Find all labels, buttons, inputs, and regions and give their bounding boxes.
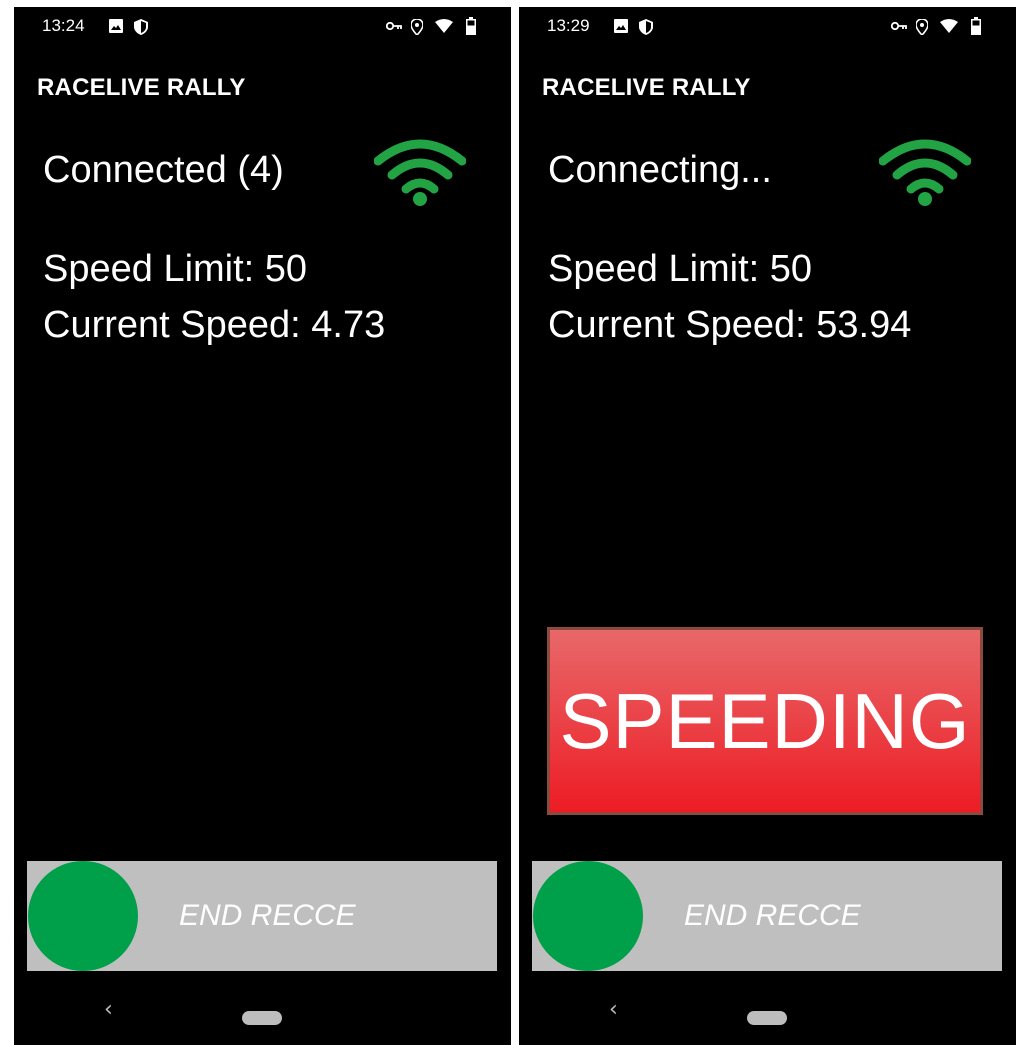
vpn-key-icon <box>386 21 402 31</box>
speed-limit-text: Speed Limit: 50 <box>548 248 813 290</box>
status-bar: 13:29 <box>519 7 1016 47</box>
connection-status: Connecting... <box>548 149 772 191</box>
back-icon[interactable]: ‹ <box>609 997 618 1022</box>
home-pill-icon[interactable] <box>242 1011 282 1025</box>
location-icon <box>411 19 423 35</box>
wifi-signal-icon <box>374 139 466 206</box>
app-title: RACELIVE RALLY <box>542 74 751 101</box>
end-recce-slider[interactable]: END RECCE <box>27 861 497 971</box>
speed-limit-text: Speed Limit: 50 <box>43 248 308 290</box>
navigation-bar: ‹ <box>519 997 1016 1037</box>
end-recce-slider[interactable]: END RECCE <box>532 861 1002 971</box>
speeding-alert-label: SPEEDING <box>559 676 971 765</box>
home-pill-icon[interactable] <box>747 1011 787 1025</box>
phone-screen-connected: 13:24 RACELIVE RALLY Connected (4) Speed… <box>14 7 511 1045</box>
speeding-alert: SPEEDING <box>547 627 983 815</box>
end-recce-label: END RECCE <box>179 899 356 932</box>
status-time: 13:29 <box>547 16 590 35</box>
image-icon <box>109 19 123 33</box>
current-speed-text: Current Speed: 53.94 <box>548 304 912 346</box>
status-time: 13:24 <box>42 16 85 35</box>
battery-icon <box>971 17 981 35</box>
phone-screen-speeding: 13:29 RACELIVE RALLY Connecting... Speed… <box>519 7 1016 1045</box>
wifi-icon <box>435 19 453 33</box>
location-icon <box>916 19 928 35</box>
navigation-bar: ‹ <box>14 997 511 1037</box>
image-icon <box>614 19 628 33</box>
back-icon[interactable]: ‹ <box>104 997 113 1022</box>
wifi-icon <box>940 19 958 33</box>
slider-knob[interactable] <box>533 861 643 971</box>
battery-icon <box>466 17 476 35</box>
shield-icon <box>134 19 148 35</box>
current-speed-text: Current Speed: 4.73 <box>43 304 386 346</box>
slider-knob[interactable] <box>28 861 138 971</box>
shield-icon <box>639 19 653 35</box>
app-title: RACELIVE RALLY <box>37 74 246 101</box>
wifi-signal-icon <box>879 139 971 206</box>
vpn-key-icon <box>891 21 907 31</box>
status-bar: 13:24 <box>14 7 511 47</box>
connection-status: Connected (4) <box>43 149 284 191</box>
end-recce-label: END RECCE <box>684 899 861 932</box>
